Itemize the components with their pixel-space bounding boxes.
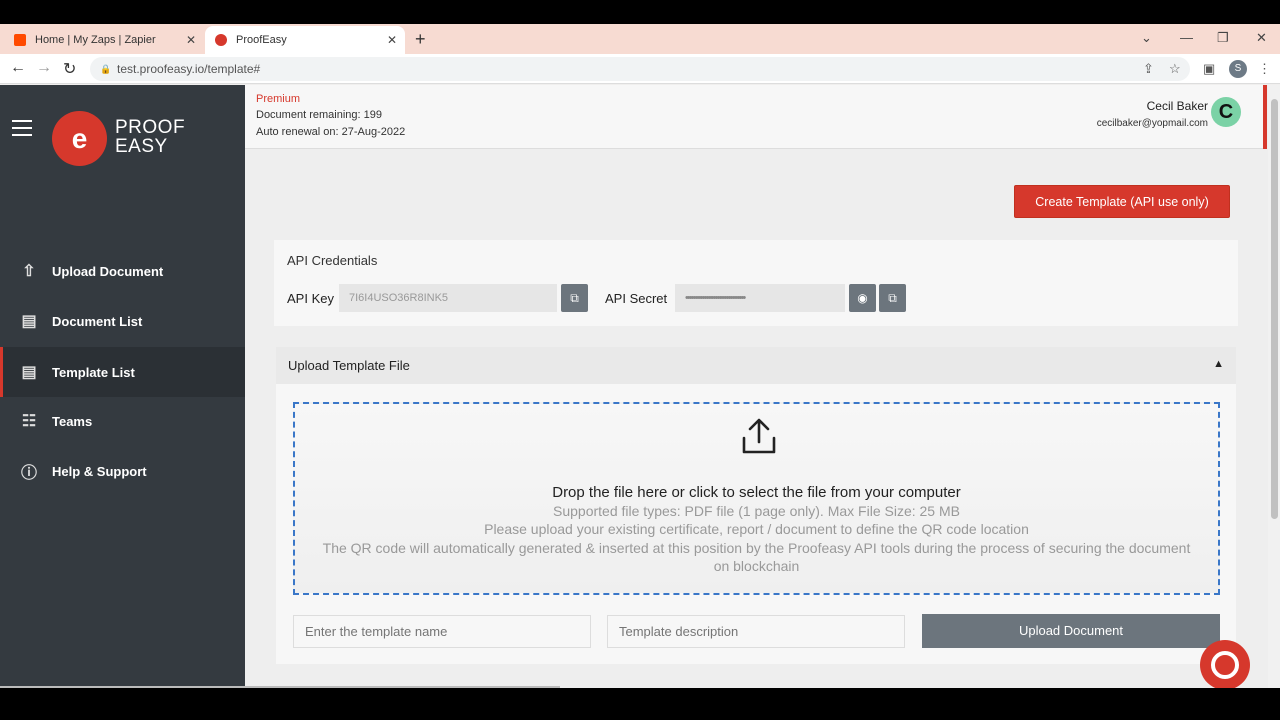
sidebar-item-label: Template List bbox=[52, 364, 135, 380]
api-key-label: API Key bbox=[287, 291, 334, 306]
logo-line2: EASY bbox=[115, 136, 168, 157]
main-content: Premium Document remaining: 199 Auto ren… bbox=[245, 85, 1280, 688]
avatar[interactable]: C bbox=[1211, 97, 1241, 127]
status-bar bbox=[0, 686, 560, 688]
upload-template-title: Upload Template File bbox=[288, 358, 410, 373]
url-text: test.proofeasy.io/template# bbox=[117, 62, 261, 76]
qr-hint: The QR code will automatically generated… bbox=[322, 540, 1191, 574]
sidebar-item-label: Teams bbox=[52, 413, 93, 429]
show-secret-eye-icon[interactable]: ◉ bbox=[849, 284, 876, 312]
sidebar-item-template-list[interactable]: ▤ Template List bbox=[0, 347, 245, 397]
tab-proofeasy[interactable]: ProofEasy ✕ bbox=[205, 26, 405, 54]
template-name-input[interactable] bbox=[293, 615, 591, 648]
auto-renewal-date: Auto renewal on: 27-Aug-2022 bbox=[256, 126, 406, 138]
tab-title: Home | My Zaps | Zapier bbox=[35, 34, 156, 46]
tab-zapier[interactable]: Home | My Zaps | Zapier ✕ bbox=[4, 26, 204, 54]
chevron-up-icon[interactable]: ▲ bbox=[1213, 358, 1224, 370]
zapier-favicon-icon bbox=[14, 34, 26, 46]
tab-search-icon[interactable]: ⌄ bbox=[1141, 30, 1152, 46]
forward-icon[interactable]: → bbox=[36, 59, 52, 77]
copy-api-key-icon[interactable]: ⧉ bbox=[561, 284, 588, 312]
api-credentials-card: API Credentials API Key 7I6I4USO36R8INK5… bbox=[274, 240, 1238, 326]
upload-hint: Please upload your existing certificate,… bbox=[484, 521, 1029, 537]
sidebar-item-label: Upload Document bbox=[52, 263, 164, 279]
close-window-icon[interactable]: ✕ bbox=[1256, 30, 1267, 46]
back-icon[interactable]: ← bbox=[10, 59, 26, 77]
supported-file-types: Supported file types: PDF file (1 page o… bbox=[553, 503, 960, 519]
drop-instructions: Drop the file here or click to select th… bbox=[552, 484, 961, 501]
document-icon: ▤ bbox=[21, 313, 37, 330]
proofeasy-logo-icon: e bbox=[52, 111, 107, 166]
api-secret-label: API Secret bbox=[605, 291, 668, 306]
minimize-icon[interactable]: — bbox=[1180, 30, 1193, 45]
documents-remaining: Document remaining: 199 bbox=[256, 109, 382, 121]
hamburger-menu-icon[interactable] bbox=[12, 120, 32, 141]
close-icon[interactable]: ✕ bbox=[387, 33, 397, 47]
copy-api-secret-icon[interactable]: ⧉ bbox=[879, 284, 906, 312]
lock-icon: 🔒 bbox=[100, 64, 112, 74]
address-bar: ← → ↻ 🔒 test.proofeasy.io/template# ⇪ ☆ … bbox=[0, 54, 1280, 84]
side-panel-icon[interactable]: ▣ bbox=[1203, 61, 1215, 77]
api-key-field[interactable]: 7I6I4USO36R8INK5 bbox=[339, 284, 557, 312]
scrollbar[interactable] bbox=[1268, 85, 1280, 688]
upload-icon bbox=[742, 418, 776, 454]
close-icon[interactable]: ✕ bbox=[186, 33, 196, 47]
logo-text: PROOF EASY bbox=[115, 118, 185, 156]
upload-file-icon: ⇧ bbox=[22, 263, 36, 280]
sidebar-item-upload-document[interactable]: ⇧ Upload Document bbox=[0, 246, 245, 296]
scrollbar-thumb[interactable] bbox=[1271, 99, 1278, 519]
share-icon[interactable]: ⇪ bbox=[1143, 61, 1154, 77]
api-secret-field[interactable]: •••••••••••••••••••••••••••••••• bbox=[675, 284, 845, 312]
user-name[interactable]: Cecil Baker bbox=[1147, 99, 1208, 113]
create-template-button[interactable]: Create Template (API use only) bbox=[1014, 185, 1230, 218]
browser-window: Home | My Zaps | Zapier ✕ ProofEasy ✕ + … bbox=[0, 24, 1280, 688]
bookmark-star-icon[interactable]: ☆ bbox=[1169, 61, 1181, 77]
template-icon: ▤ bbox=[21, 364, 37, 381]
new-tab-icon[interactable]: + bbox=[415, 29, 426, 50]
file-dropzone[interactable]: Drop the file here or click to select th… bbox=[293, 402, 1220, 595]
upload-document-button[interactable]: Upload Document bbox=[922, 614, 1220, 648]
tab-bar: Home | My Zaps | Zapier ✕ ProofEasy ✕ + … bbox=[0, 24, 1280, 54]
info-icon: ⓘ bbox=[20, 465, 37, 482]
teams-icon: ☷ bbox=[21, 413, 37, 430]
sidebar-item-teams[interactable]: ☷ Teams bbox=[0, 396, 245, 446]
sidebar-item-label: Help & Support bbox=[52, 463, 147, 479]
plan-badge: Premium bbox=[256, 93, 301, 105]
menu-kebab-icon[interactable]: ⋮ bbox=[1258, 61, 1271, 77]
user-email: cecilbaker@yopmail.com bbox=[1096, 118, 1208, 129]
template-description-input[interactable] bbox=[607, 615, 905, 648]
url-input[interactable]: 🔒 test.proofeasy.io/template# bbox=[90, 57, 1190, 81]
accent-bar bbox=[1263, 85, 1267, 149]
reload-icon[interactable]: ↻ bbox=[63, 59, 76, 79]
logo-line1: PROOF bbox=[115, 117, 186, 138]
proofeasy-favicon-icon bbox=[215, 34, 227, 46]
chat-support-icon[interactable] bbox=[1200, 640, 1250, 688]
sidebar: e PROOF EASY ⇧ Upload Document ▤ Documen… bbox=[0, 85, 245, 688]
upload-template-header[interactable]: Upload Template File ▲ bbox=[276, 347, 1236, 384]
sidebar-item-help-support[interactable]: ⓘ Help & Support bbox=[0, 446, 245, 496]
upload-template-card: Upload Template File ▲ Drop the file her… bbox=[276, 347, 1236, 664]
profile-avatar[interactable]: S bbox=[1229, 60, 1247, 78]
sidebar-item-document-list[interactable]: ▤ Document List bbox=[0, 296, 245, 346]
account-header: Premium Document remaining: 199 Auto ren… bbox=[245, 85, 1265, 149]
tab-title: ProofEasy bbox=[236, 34, 287, 46]
restore-icon[interactable]: ❐ bbox=[1217, 30, 1229, 46]
sidebar-item-label: Document List bbox=[52, 313, 143, 329]
credentials-title: API Credentials bbox=[287, 253, 378, 268]
